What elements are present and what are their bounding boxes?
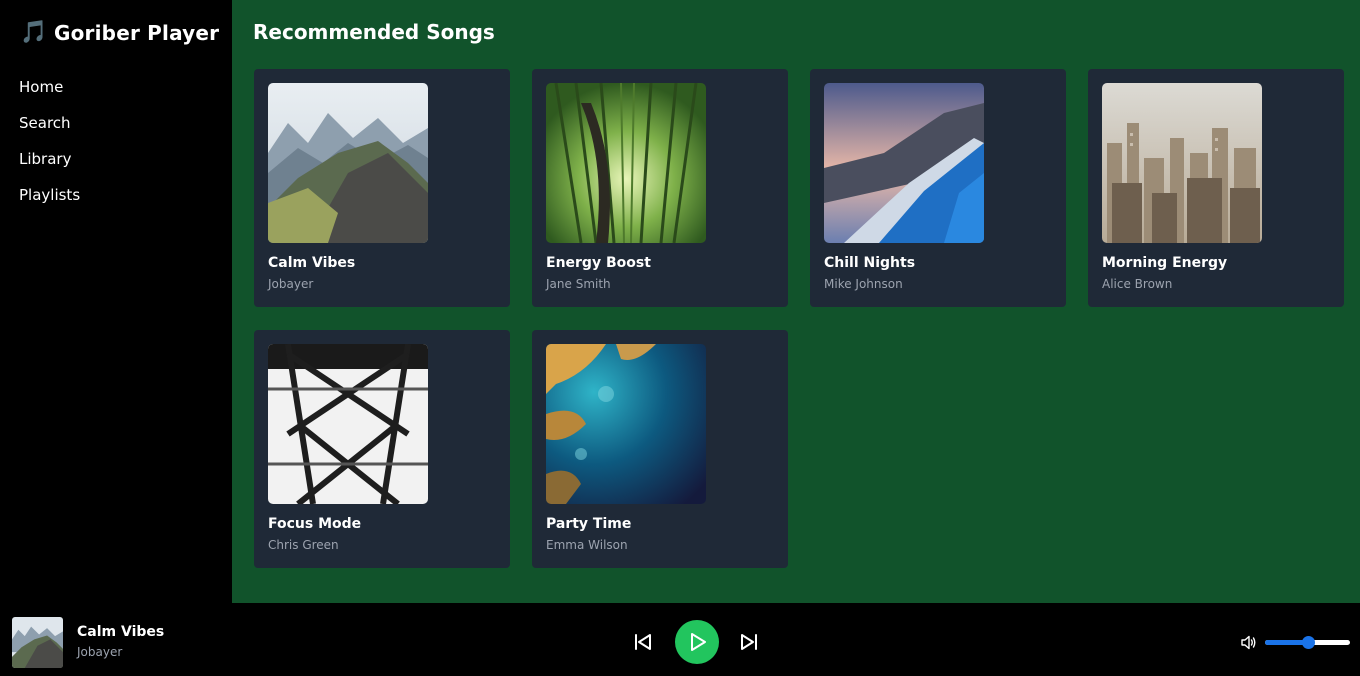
volume-icon[interactable] — [1240, 634, 1257, 651]
song-artist: Emma Wilson — [546, 538, 628, 552]
main-content: Recommended Songs Calm Vibes Jobayer Ene… — [232, 0, 1360, 603]
volume-slider[interactable] — [1265, 636, 1350, 649]
now-playing-title: Calm Vibes — [77, 624, 165, 640]
song-artist: Jane Smith — [546, 277, 611, 291]
volume-thumb[interactable] — [1301, 636, 1315, 649]
brand-name: Goriber Player — [54, 20, 220, 45]
section-title: Recommended Songs — [253, 20, 495, 44]
song-card-party-time[interactable]: Party Time Emma Wilson — [532, 330, 788, 568]
next-button[interactable] — [738, 631, 760, 653]
city-skyline-cover — [1102, 83, 1262, 243]
player-bar: Calm Vibes Jobayer — [0, 603, 1360, 676]
previous-button[interactable] — [632, 631, 654, 653]
song-title: Chill Nights — [824, 255, 916, 271]
sidebar-item-playlists[interactable]: Playlists — [19, 184, 80, 220]
song-card-chill-nights[interactable]: Chill Nights Mike Johnson — [810, 69, 1066, 307]
song-grid: Calm Vibes Jobayer Energy Boost Jane Smi… — [254, 69, 1344, 568]
play-icon — [691, 633, 706, 651]
song-title: Energy Boost — [546, 255, 651, 271]
song-title: Morning Energy — [1102, 255, 1228, 271]
ocean-aerial-cover — [546, 344, 706, 504]
brand[interactable]: 🎵 Goriber Player — [20, 20, 219, 45]
steel-tower-cover — [268, 344, 428, 504]
sidebar-item-home[interactable]: Home — [19, 76, 80, 112]
sidebar-item-library[interactable]: Library — [19, 148, 80, 184]
music-note-icon: 🎵 — [20, 20, 48, 45]
song-artist: Mike Johnson — [824, 277, 903, 291]
song-artist: Chris Green — [268, 538, 339, 552]
bamboo-forest-cover — [546, 83, 706, 243]
mountain-cover — [268, 83, 428, 243]
sidebar-item-search[interactable]: Search — [19, 112, 80, 148]
sidebar: 🎵 Goriber Player Home Search Library Pla… — [0, 0, 232, 603]
song-artist: Alice Brown — [1102, 277, 1173, 291]
song-artist: Jobayer — [268, 277, 314, 291]
skip-back-icon — [635, 634, 651, 650]
play-button[interactable] — [675, 620, 719, 664]
song-card-focus-mode[interactable]: Focus Mode Chris Green — [254, 330, 510, 568]
song-card-energy-boost[interactable]: Energy Boost Jane Smith — [532, 69, 788, 307]
now-playing-cover — [12, 617, 63, 668]
song-title: Calm Vibes — [268, 255, 356, 271]
road-dusk-cover — [824, 83, 984, 243]
song-title: Focus Mode — [268, 516, 362, 532]
sidebar-nav: Home Search Library Playlists — [19, 76, 80, 220]
song-card-morning-energy[interactable]: Morning Energy Alice Brown — [1088, 69, 1344, 307]
skip-forward-icon — [741, 634, 757, 650]
song-title: Party Time — [546, 516, 632, 532]
song-card-calm-vibes[interactable]: Calm Vibes Jobayer — [254, 69, 510, 307]
now-playing-artist: Jobayer — [77, 645, 123, 659]
